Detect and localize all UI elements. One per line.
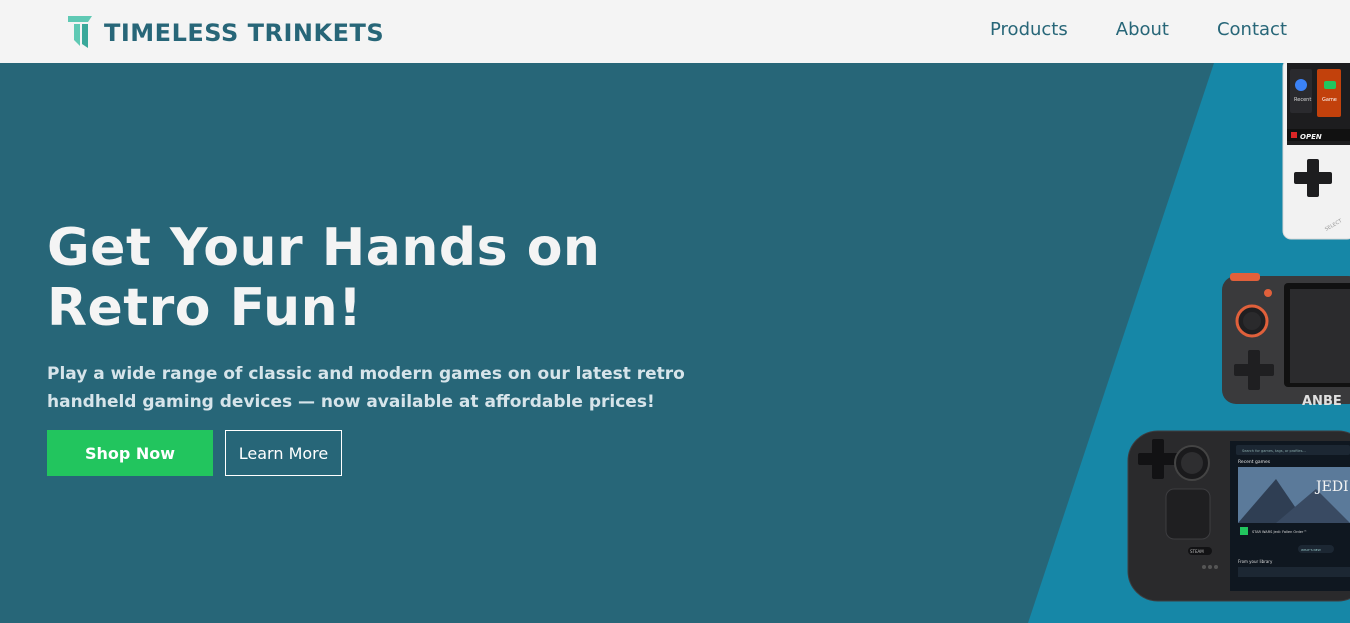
- hero-section: Recent Game OPEN SELECT ANBE STEAM Searc…: [0, 63, 1350, 623]
- nav-link-about[interactable]: About: [1116, 19, 1169, 40]
- hero-title: Get Your Hands on Retro Fun!: [47, 218, 601, 338]
- anbernic-brand-text: ANBE: [1302, 394, 1342, 409]
- open-label: OPEN: [1300, 133, 1322, 141]
- hero-subtitle: Play a wide range of classic and modern …: [47, 364, 685, 412]
- handheld-device-steamdeck-image: STEAM Search for games, tags, or profile…: [1127, 430, 1350, 602]
- tt-logo-icon: [66, 14, 94, 52]
- brand-home-link[interactable]: TIMELESS TRINKETS: [66, 14, 384, 52]
- game-title: JEDI: [1314, 479, 1349, 495]
- nav-link-products[interactable]: Products: [990, 19, 1068, 40]
- game-caption: STAR WARS Jedi: Fallen Order™: [1252, 530, 1307, 534]
- steam-search-text: Search for games, tags, or profiles...: [1242, 449, 1306, 453]
- learn-more-button[interactable]: Learn More: [225, 430, 342, 476]
- handheld-device-anbernic-image: ANBE: [1222, 273, 1350, 409]
- nav-link-contact[interactable]: Contact: [1217, 19, 1287, 40]
- whats-new-label: WHAT'S NEW: [1301, 548, 1321, 552]
- shop-now-button[interactable]: Shop Now: [47, 430, 213, 476]
- steam-button-label: STEAM: [1190, 549, 1204, 554]
- navbar: TIMELESS TRINKETS Products About Contact: [0, 0, 1350, 63]
- hero-content: Get Your Hands on Retro Fun! Play a wide…: [47, 218, 747, 476]
- recent-games-label: Recent games: [1238, 459, 1271, 465]
- app-recent-label: Recent: [1294, 97, 1311, 103]
- brand-name: TIMELESS TRINKETS: [104, 19, 385, 47]
- hero-buttons: Shop Now Learn More: [47, 430, 747, 476]
- library-label: From your library: [1238, 559, 1273, 564]
- main-nav: Products About Contact: [990, 19, 1287, 40]
- handheld-device-white-image: Recent Game OPEN SELECT: [1282, 63, 1350, 240]
- app-game-label: Game: [1322, 97, 1337, 103]
